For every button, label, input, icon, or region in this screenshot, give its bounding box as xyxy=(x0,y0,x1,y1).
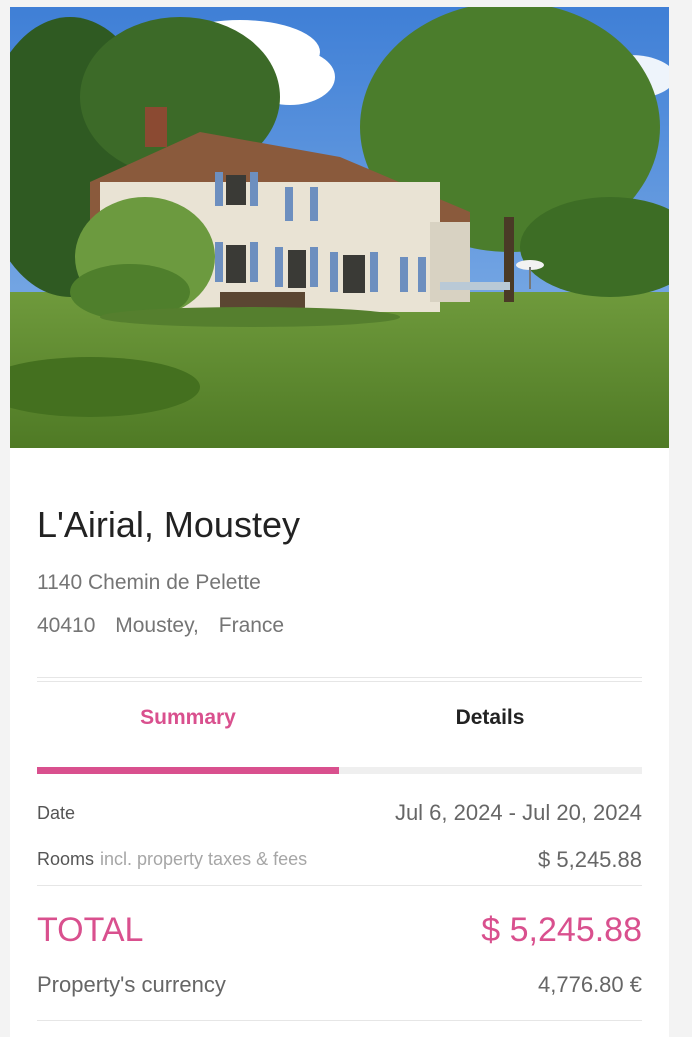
date-label: Date xyxy=(37,803,76,823)
postal-code: 40410 xyxy=(37,614,96,637)
tab-details[interactable]: Details xyxy=(339,706,641,766)
rooms-value: $ 5,245.88 xyxy=(538,847,642,872)
address-line-2: 40410 Moustey, France xyxy=(37,614,298,638)
section-divider xyxy=(37,677,642,682)
rooms-label: Rooms xyxy=(37,849,95,869)
country: France xyxy=(218,614,285,637)
city: Moustey, xyxy=(115,614,199,637)
tab-bar: Summary Details xyxy=(37,706,642,776)
total-divider xyxy=(37,885,642,886)
rooms-label-row: Rooms incl. property taxes & fees xyxy=(37,849,307,870)
total-label: TOTAL xyxy=(37,911,144,949)
property-card: L'Airial, Moustey 1140 Chemin de Pelette… xyxy=(10,7,669,1037)
address-line-1: 1140 Chemin de Pelette xyxy=(37,571,261,594)
property-photo xyxy=(10,7,669,448)
rooms-note: incl. property taxes & fees xyxy=(100,849,308,869)
property-name: L'Airial, Moustey xyxy=(37,504,300,545)
tab-summary[interactable]: Summary xyxy=(37,706,339,766)
total-value: $ 5,245.88 xyxy=(481,911,642,949)
date-value: Jul 6, 2024 - Jul 20, 2024 xyxy=(394,800,642,825)
active-tab-indicator xyxy=(37,767,339,774)
currency-value: 4,776.80 € xyxy=(538,972,642,997)
currency-label: Property's currency xyxy=(37,972,226,997)
bottom-divider xyxy=(37,1020,642,1021)
